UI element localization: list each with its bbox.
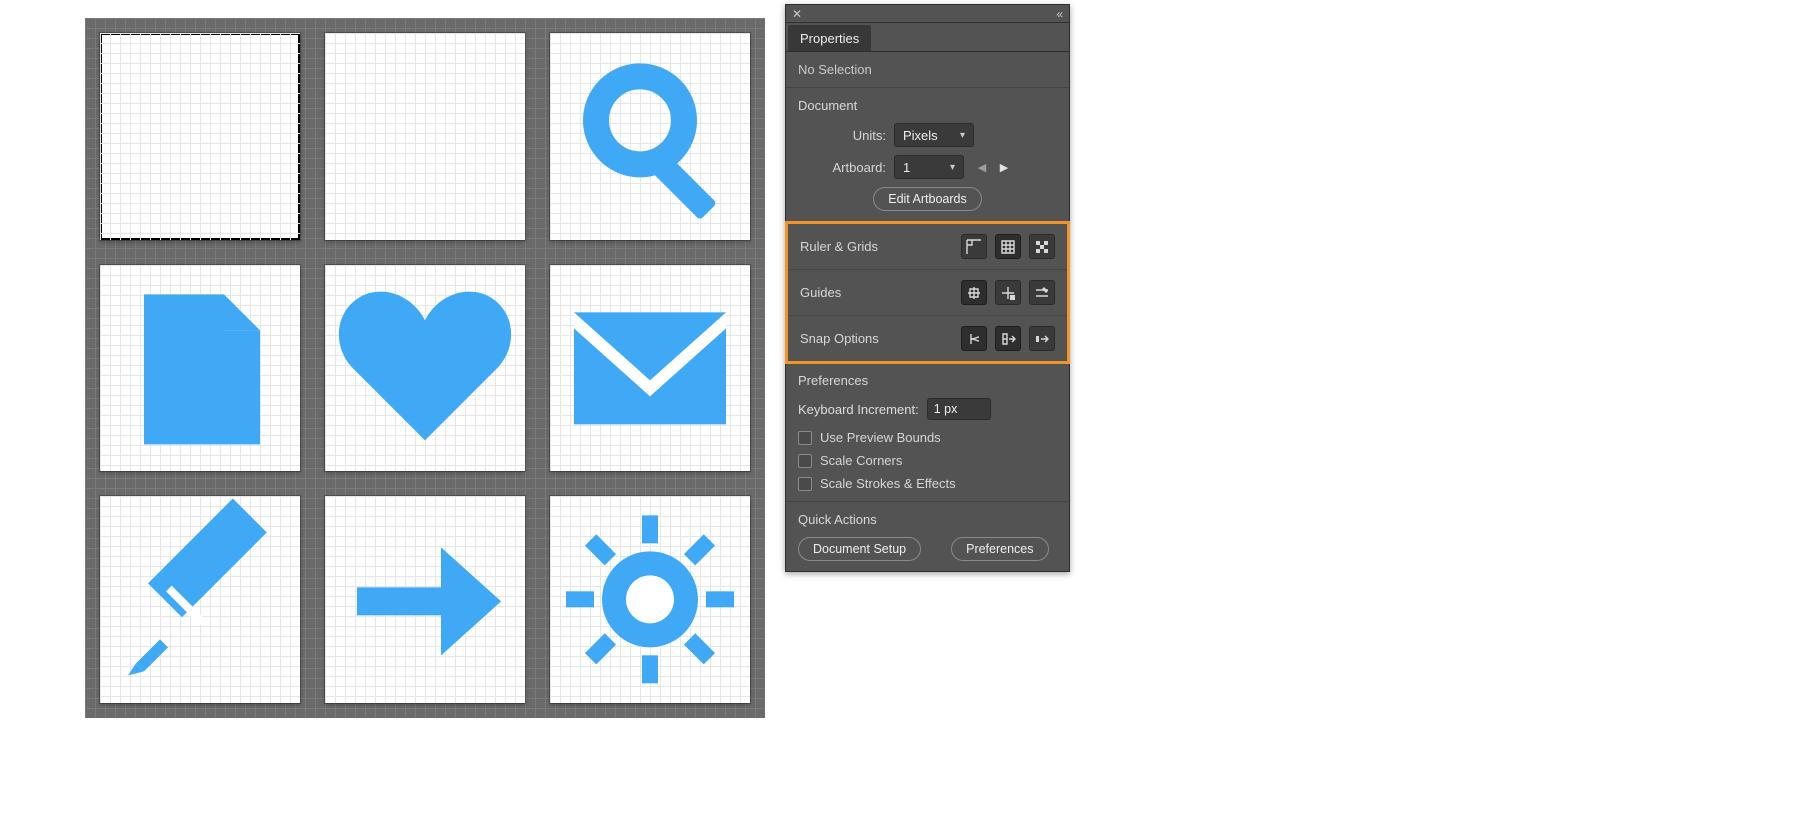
snap-to-point-button[interactable] — [961, 326, 987, 351]
preferences-section: Preferences Keyboard Increment: Use Prev… — [786, 363, 1069, 502]
tab-properties[interactable]: Properties — [788, 25, 871, 51]
selection-status: No Selection — [798, 62, 1057, 77]
artboard-7-pencil[interactable] — [100, 496, 300, 703]
smart-guides-icon — [1033, 284, 1051, 302]
snap-grid-icon — [999, 330, 1017, 348]
checkbox-icon — [798, 454, 812, 468]
selection-status-section: No Selection — [786, 52, 1069, 88]
snap-options-row: Snap Options — [788, 316, 1067, 361]
arrow-right-icon — [325, 496, 525, 703]
checkbox-icon — [798, 477, 812, 491]
artboard-next-button[interactable]: ▶ — [996, 159, 1012, 175]
artboard-8-arrow[interactable] — [325, 496, 525, 703]
grid-icon — [999, 238, 1017, 256]
use-preview-bounds-label: Use Preview Bounds — [820, 430, 941, 445]
chevron-down-icon: ▾ — [960, 130, 965, 141]
pencil-icon — [100, 496, 300, 703]
transparency-grid-icon — [1033, 238, 1051, 256]
toggle-rulers-button[interactable] — [961, 234, 987, 259]
panel-tabs: Properties — [786, 23, 1069, 52]
scale-strokes-label: Scale Strokes & Effects — [820, 476, 956, 491]
artboard-1-blank[interactable] — [100, 33, 300, 240]
quick-actions-heading: Quick Actions — [798, 512, 1057, 527]
show-guides-button[interactable] — [961, 280, 987, 305]
units-value: Pixels — [903, 128, 938, 143]
scale-corners-label: Scale Corners — [820, 453, 902, 468]
file-icon — [100, 265, 300, 472]
keyboard-increment-label: Keyboard Increment: — [798, 402, 919, 417]
snap-options-label: Snap Options — [800, 331, 879, 346]
panel-close-icon[interactable]: ✕ — [792, 8, 802, 20]
artboard-2-blank[interactable] — [325, 33, 525, 240]
artboard-value: 1 — [903, 160, 910, 175]
snap-to-pixel-button[interactable] — [1029, 326, 1055, 351]
units-label: Units: — [798, 128, 894, 143]
panel-titlebar: ✕ « — [786, 5, 1069, 23]
scale-corners-checkbox[interactable]: Scale Corners — [798, 453, 1057, 468]
artboard-grid — [100, 33, 750, 703]
artboard-label: Artboard: — [798, 160, 894, 175]
smart-guides-button[interactable] — [1029, 280, 1055, 305]
grid-guides-snap-highlight: Ruler & Grids Guides — [785, 221, 1070, 364]
document-heading: Document — [798, 98, 1057, 113]
scale-strokes-checkbox[interactable]: Scale Strokes & Effects — [798, 476, 1057, 491]
document-setup-button[interactable]: Document Setup — [798, 537, 921, 561]
guides-visibility-icon — [965, 284, 983, 302]
artboard-4-file[interactable] — [100, 265, 300, 472]
artboard-6-mail[interactable] — [550, 265, 750, 472]
edit-artboards-button[interactable]: Edit Artboards — [873, 187, 982, 211]
search-icon — [550, 33, 750, 240]
quick-actions-section: Quick Actions Document Setup Preferences — [786, 502, 1069, 571]
ruler-icon — [965, 238, 983, 256]
artboard-prev-button[interactable]: ◀ — [974, 159, 990, 175]
gear-icon — [550, 496, 750, 703]
ruler-grids-row: Ruler & Grids — [788, 224, 1067, 270]
lock-guides-button[interactable] — [995, 280, 1021, 305]
toggle-grid-button[interactable] — [995, 234, 1021, 259]
document-section: Document Units: Pixels ▾ Artboard: 1 ▾ ◀… — [786, 88, 1069, 222]
guides-label: Guides — [800, 285, 841, 300]
checkbox-icon — [798, 431, 812, 445]
preferences-button[interactable]: Preferences — [951, 537, 1048, 561]
use-preview-bounds-checkbox[interactable]: Use Preview Bounds — [798, 430, 1057, 445]
snap-to-grid-button[interactable] — [995, 326, 1021, 351]
panel-collapse-icon[interactable]: « — [1056, 8, 1063, 20]
lock-guides-icon — [999, 284, 1017, 302]
guides-row: Guides — [788, 270, 1067, 316]
artboard-select[interactable]: 1 ▾ — [894, 155, 964, 179]
preferences-heading: Preferences — [798, 373, 1057, 388]
toggle-transparency-grid-button[interactable] — [1029, 234, 1055, 259]
artboard-5-heart[interactable] — [325, 265, 525, 472]
mail-icon — [550, 265, 750, 472]
keyboard-increment-input[interactable] — [927, 398, 991, 420]
snap-point-icon — [965, 330, 983, 348]
artboard-9-gear[interactable] — [550, 496, 750, 703]
canvas-area[interactable] — [85, 18, 765, 718]
chevron-down-icon: ▾ — [950, 162, 955, 173]
units-select[interactable]: Pixels ▾ — [894, 123, 974, 147]
heart-icon — [325, 265, 525, 472]
properties-panel: ✕ « Properties No Selection Document Uni… — [785, 4, 1070, 572]
ruler-grids-label: Ruler & Grids — [800, 239, 878, 254]
snap-pixel-icon — [1033, 330, 1051, 348]
artboard-3-search[interactable] — [550, 33, 750, 240]
